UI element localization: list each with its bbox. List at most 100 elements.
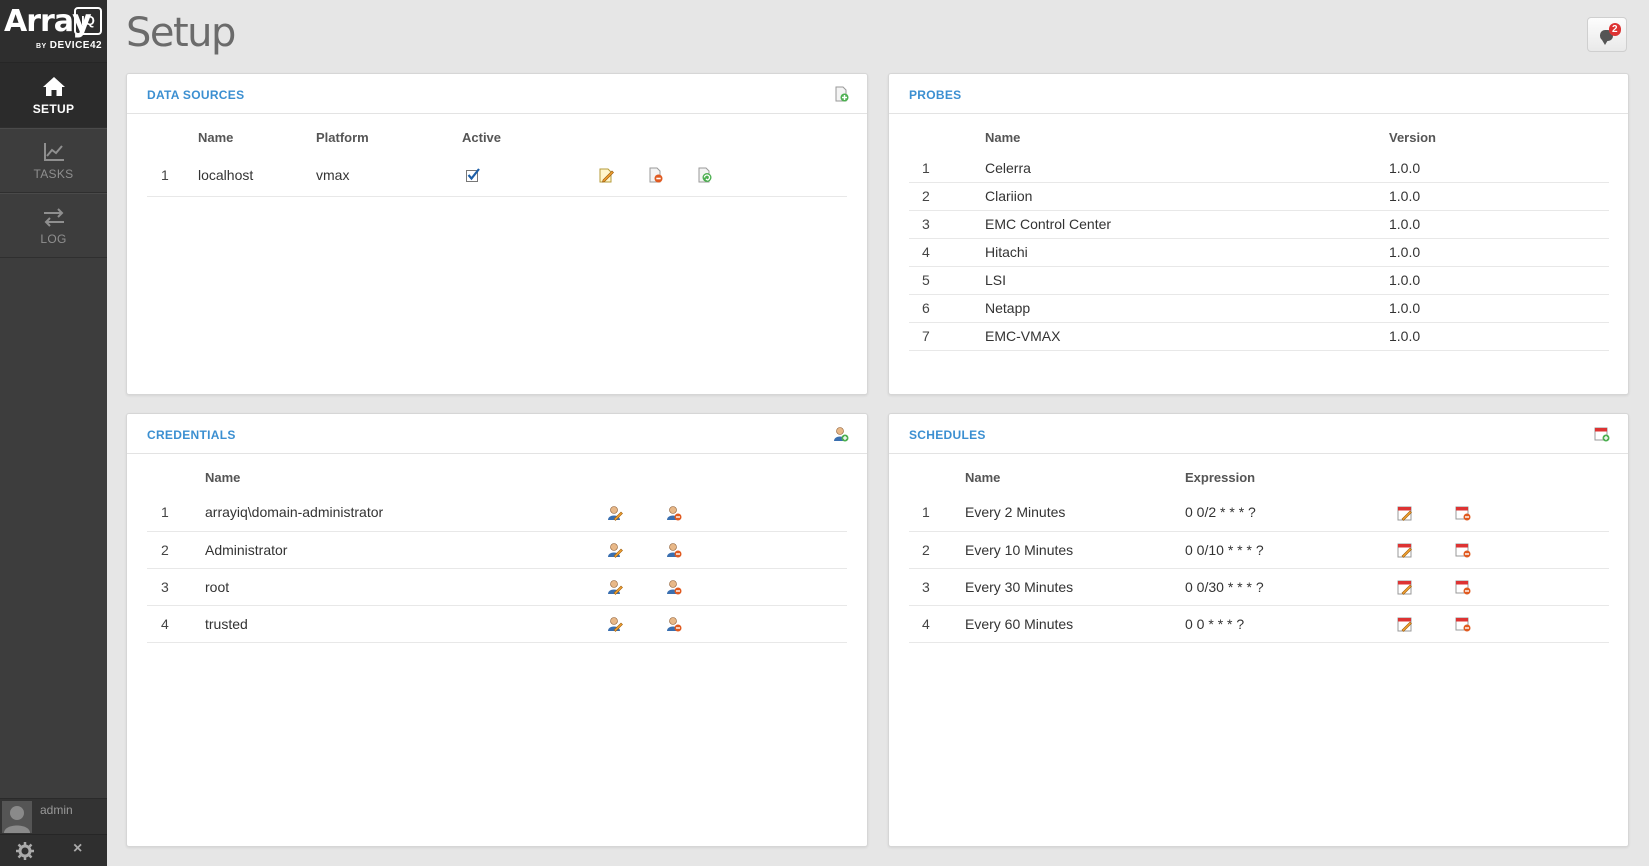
row-number: 1: [909, 494, 964, 532]
add-data-source-icon[interactable]: [833, 86, 849, 102]
row-number: 5: [909, 266, 984, 295]
schedule-expression: 0 0/30 * * * ?: [1184, 568, 1386, 606]
data-source-platform: vmax: [315, 154, 461, 197]
probe-version: 1.0.0: [1388, 322, 1609, 351]
delete-schedule-icon[interactable]: [1455, 542, 1471, 558]
column-header: Name: [965, 469, 1001, 485]
schedule-expression: 0 0/10 * * * ?: [1184, 531, 1386, 569]
active-checkbox[interactable]: [465, 167, 481, 183]
probe-name: Hitachi: [984, 238, 1388, 267]
panel-title: DATA SOURCES: [147, 88, 245, 102]
edit-data-source-icon[interactable]: [598, 167, 614, 183]
edit-credential-icon[interactable]: [607, 505, 623, 521]
row-number: 3: [909, 568, 964, 606]
page-title: Setup: [126, 10, 236, 56]
schedules-panel: SCHEDULES Name Expression 1 Every 2 Minut…: [888, 413, 1629, 847]
column-header: Version: [1389, 129, 1436, 145]
delete-credential-icon[interactable]: [666, 579, 682, 595]
nav-item-setup[interactable]: SETUP: [0, 63, 107, 128]
delete-credential-icon[interactable]: [666, 616, 682, 632]
user-area[interactable]: admin: [0, 798, 107, 835]
active-cell: [461, 154, 597, 197]
gear-icon[interactable]: [16, 842, 34, 860]
probe-name: Celerra: [984, 154, 1388, 183]
credential-name: trusted: [204, 605, 606, 643]
row-actions: [606, 494, 847, 532]
schedule-expression: 0 0/2 * * * ?: [1184, 494, 1386, 532]
notifications-button[interactable]: 2: [1587, 17, 1627, 52]
delete-credential-icon[interactable]: [666, 542, 682, 558]
edit-credential-icon[interactable]: [607, 542, 623, 559]
probe-name: Clariion: [984, 182, 1388, 211]
table-row: 2 Administrator: [147, 531, 847, 569]
data-source-name: localhost: [197, 154, 315, 197]
nav-label-log: LOG: [40, 232, 67, 246]
home-icon: [42, 77, 65, 96]
nav-label-setup: SETUP: [32, 102, 75, 116]
schedule-name: Every 30 Minutes: [964, 568, 1184, 606]
table-row: 2 Every 10 Minutes 0 0/10 * * * ?: [909, 531, 1609, 569]
panel-title: PROBES: [909, 88, 962, 102]
logo[interactable]: Array IQ BY DEVICE42: [0, 0, 107, 63]
table-row: 6 Netapp 1.0.0: [909, 294, 1609, 323]
row-actions: [606, 605, 847, 643]
credential-name: Administrator: [204, 531, 606, 569]
nav-item-tasks[interactable]: TASKS: [0, 128, 107, 193]
table-row: 7 EMC-VMAX 1.0.0: [909, 322, 1609, 351]
probe-name: EMC Control Center: [984, 210, 1388, 239]
logo-vendor: BY DEVICE42: [36, 40, 103, 51]
add-schedule-icon[interactable]: [1594, 426, 1610, 442]
probes-table: Name Version 1 Celerra 1.0.0 2 Clariion 1.0.0…: [909, 120, 1609, 351]
delete-data-source-icon[interactable]: [647, 167, 663, 183]
chart-icon: [43, 143, 64, 161]
delete-schedule-icon[interactable]: [1455, 505, 1471, 521]
edit-credential-icon[interactable]: [607, 579, 623, 596]
nav-item-log[interactable]: LOG: [0, 193, 107, 258]
row-number: 2: [909, 182, 984, 211]
schedule-name: Every 2 Minutes: [964, 494, 1184, 532]
table-row: 1 arrayiq\domain-administrator: [147, 494, 847, 532]
user-icon: [4, 806, 30, 833]
table-row: 3 EMC Control Center 1.0.0: [909, 210, 1609, 239]
table-row: 2 Clariion 1.0.0: [909, 182, 1609, 211]
avatar: [2, 801, 32, 833]
close-icon[interactable]: ×: [73, 840, 82, 858]
arrows-icon: [43, 208, 64, 227]
probe-version: 1.0.0: [1388, 182, 1609, 211]
row-number: 1: [147, 154, 197, 197]
table-row: 4 trusted: [147, 605, 847, 643]
credential-name: arrayiq\domain-administrator: [204, 494, 606, 532]
column-header: Name: [198, 129, 234, 145]
edit-schedule-icon[interactable]: [1397, 542, 1413, 559]
sidebar: Array IQ BY DEVICE42 SETUP TASKS LOG admi…: [0, 0, 107, 866]
row-number: 1: [909, 154, 984, 183]
row-number: 2: [909, 531, 964, 569]
column-header: Platform: [316, 129, 369, 145]
user-name: admin: [40, 803, 73, 817]
schedule-name: Every 60 Minutes: [964, 605, 1184, 643]
row-actions: [606, 531, 847, 569]
delete-schedule-icon[interactable]: [1455, 616, 1471, 632]
row-actions: [1386, 531, 1609, 569]
credentials-table: Name 1 arrayiq\domain-administrator 2 Admin…: [147, 460, 847, 643]
edit-schedule-icon[interactable]: [1397, 616, 1413, 633]
table-row: 5 LSI 1.0.0: [909, 266, 1609, 295]
row-number: 7: [909, 322, 984, 351]
data-sources-table: Name Platform Active 1 localhost vmax: [147, 120, 847, 197]
edit-credential-icon[interactable]: [607, 616, 623, 633]
probes-panel: PROBES Name Version 1 Celerra 1.0.0 2 Clarii…: [888, 73, 1629, 395]
table-row: 3 Every 30 Minutes 0 0/30 * * * ?: [909, 568, 1609, 606]
delete-credential-icon[interactable]: [666, 505, 682, 521]
table-row: 1 Every 2 Minutes 0 0/2 * * * ?: [909, 494, 1609, 532]
edit-schedule-icon[interactable]: [1397, 579, 1413, 596]
edit-schedule-icon[interactable]: [1397, 505, 1413, 521]
panel-header: DATA SOURCES: [127, 74, 867, 114]
delete-schedule-icon[interactable]: [1455, 579, 1471, 595]
probe-version: 1.0.0: [1388, 238, 1609, 267]
run-data-source-icon[interactable]: [696, 167, 712, 183]
row-number: 3: [147, 568, 204, 606]
add-credential-icon[interactable]: [833, 426, 849, 442]
row-number: 4: [909, 238, 984, 267]
panel-header: PROBES: [889, 74, 1628, 114]
table-row: 4 Every 60 Minutes 0 0 * * * ?: [909, 605, 1609, 643]
